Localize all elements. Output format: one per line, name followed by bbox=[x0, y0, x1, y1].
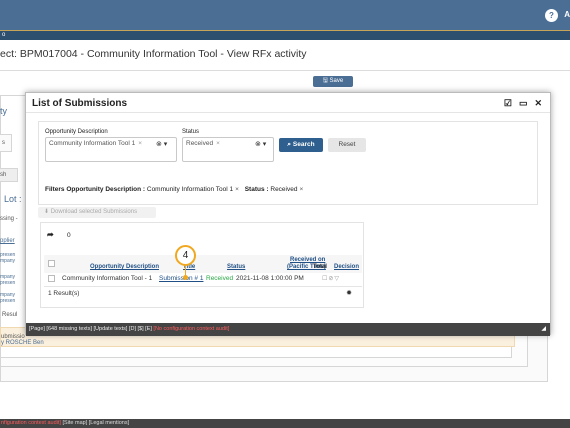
bg-text-6[interactable]: pplier bbox=[0, 238, 15, 244]
save-button[interactable]: 🖫 Save bbox=[313, 76, 353, 87]
clear-icon[interactable]: ⊗ ▾ bbox=[255, 140, 266, 148]
window-icon[interactable]: ▭ bbox=[519, 98, 528, 108]
opportunity-tag-label: Community Information Tool 1 bbox=[49, 140, 136, 147]
applied-opportunity-value: Community Information Tool 1 bbox=[146, 186, 234, 193]
page-title: ect: BPM017004 - Community Information T… bbox=[0, 48, 307, 60]
remove-filter-icon[interactable]: × bbox=[299, 186, 303, 193]
cell-received: 2021-11-08 1:00:00 PM bbox=[236, 275, 304, 282]
applied-opportunity-key: Opportunity Description : bbox=[66, 186, 146, 193]
status-label: Status bbox=[182, 129, 200, 135]
remove-tag-icon[interactable]: × bbox=[216, 140, 220, 147]
download-label: Download selected Submissions bbox=[50, 209, 138, 215]
search-button[interactable]: ⌕ Search bbox=[279, 138, 323, 152]
row-checkbox[interactable] bbox=[48, 275, 55, 282]
bg-text-5: ssing - bbox=[0, 216, 18, 222]
resize-handle-icon[interactable]: ◢ bbox=[541, 323, 546, 336]
search-label: Search bbox=[292, 141, 315, 148]
modal-window-controls: ☑ ▭ ✕ bbox=[504, 98, 542, 108]
top-bar: ? A bbox=[0, 0, 570, 30]
cell-status: Received bbox=[206, 275, 234, 282]
page-footer: nfiguration context audit] [Site map] [L… bbox=[0, 419, 570, 428]
remove-tag-icon[interactable]: × bbox=[138, 140, 142, 147]
filters-prefix: Filters bbox=[45, 186, 65, 193]
bg-text-12: presen bbox=[0, 298, 16, 304]
sub-bar: o bbox=[0, 30, 570, 40]
modal-header: List of Submissions ☑ ▭ ✕ bbox=[26, 93, 550, 113]
col-total: Total bbox=[313, 264, 327, 270]
footer-links[interactable]: [Site map] [Legal mentions] bbox=[62, 420, 129, 426]
gear-icon[interactable]: ✹ bbox=[346, 289, 352, 297]
cell-title-link[interactable]: Submission # 1 bbox=[159, 275, 203, 282]
bg-text-13: Resul bbox=[2, 312, 18, 318]
modal-title: List of Submissions bbox=[32, 98, 128, 109]
bg-text-2: s bbox=[2, 140, 5, 146]
status-bar-warning[interactable]: [No configuration context audit] bbox=[153, 326, 229, 332]
download-submissions-button[interactable]: ⬇ Download selected Submissions bbox=[38, 207, 156, 218]
bg-text-3: sh bbox=[0, 172, 7, 178]
col-opportunity[interactable]: Opportunity Description bbox=[90, 264, 159, 271]
opportunity-select[interactable]: Community Information Tool 1 × ⊗ ▾ bbox=[45, 137, 177, 162]
col-decision[interactable]: Decision bbox=[334, 264, 359, 271]
results-panel: ➦ 0 Opportunity Description Title Status… bbox=[40, 222, 364, 308]
bg-text-4: Lot : bbox=[4, 194, 22, 204]
table-row: Community Information Tool - 1 Submissio… bbox=[44, 273, 362, 285]
download-icon: ⬇ bbox=[44, 209, 50, 215]
bg-text-10: presen bbox=[0, 280, 16, 286]
bg-text-1: ty bbox=[0, 106, 8, 116]
user-avatar[interactable]: ? bbox=[545, 9, 558, 22]
col-status[interactable]: Status bbox=[227, 264, 245, 271]
selected-count: 0 bbox=[67, 232, 71, 239]
save-label: Save bbox=[329, 78, 344, 84]
applied-status-value: Received bbox=[270, 186, 298, 193]
sub-bar-label: o bbox=[2, 32, 6, 38]
status-bar-links[interactable]: [Page] [648 missing texts] [Update texts… bbox=[29, 326, 152, 332]
remove-filter-icon[interactable]: × bbox=[235, 186, 239, 193]
table-header: Opportunity Description Title Status Rec… bbox=[44, 255, 362, 273]
status-select[interactable]: Received × ⊗ ▾ bbox=[182, 137, 274, 162]
arrow-right-icon[interactable]: ➦ bbox=[47, 230, 54, 239]
modal-status-bar: [Page] [648 missing texts] [Update texts… bbox=[26, 323, 550, 336]
result-count: 1 Result(s) bbox=[48, 290, 80, 297]
decision-filter-icon[interactable]: ▽ bbox=[334, 276, 340, 282]
title-divider bbox=[0, 70, 570, 71]
col-received-on[interactable]: Received on bbox=[290, 257, 325, 264]
user-initial[interactable]: A bbox=[564, 10, 570, 19]
checkbox-icon[interactable]: ☑ bbox=[504, 98, 512, 108]
status-tag: Received × bbox=[186, 140, 220, 147]
clear-icon[interactable]: ⊗ ▾ bbox=[156, 140, 167, 148]
bg-text-8: mpany bbox=[0, 258, 16, 264]
submissions-modal: List of Submissions ☑ ▭ ✕ Opportunity De… bbox=[25, 92, 551, 336]
bg-text-15: y ROSCHE Ben bbox=[1, 340, 44, 346]
search-icon: ⌕ bbox=[287, 141, 292, 148]
select-all-checkbox[interactable] bbox=[48, 260, 55, 267]
decision-icons[interactable]: ☐⊘▽ bbox=[322, 275, 340, 282]
results-footer: 1 Result(s) ✹ bbox=[44, 286, 362, 299]
status-tag-label: Received bbox=[186, 140, 214, 147]
footer-warning[interactable]: nfiguration context audit] bbox=[1, 420, 61, 426]
reset-button[interactable]: Reset bbox=[328, 138, 366, 152]
applied-status-key: Status : bbox=[244, 186, 269, 193]
opportunity-tag: Community Information Tool 1 × bbox=[49, 140, 142, 147]
filter-panel: Opportunity Description Community Inform… bbox=[38, 121, 538, 205]
step-callout: 4 bbox=[175, 245, 196, 266]
opportunity-label: Opportunity Description bbox=[45, 129, 108, 135]
callout-dot bbox=[183, 275, 188, 280]
close-icon[interactable]: ✕ bbox=[534, 98, 542, 108]
cell-opportunity: Community Information Tool - 1 bbox=[62, 275, 153, 282]
applied-filters: Filters Opportunity Description : Commun… bbox=[45, 186, 307, 193]
